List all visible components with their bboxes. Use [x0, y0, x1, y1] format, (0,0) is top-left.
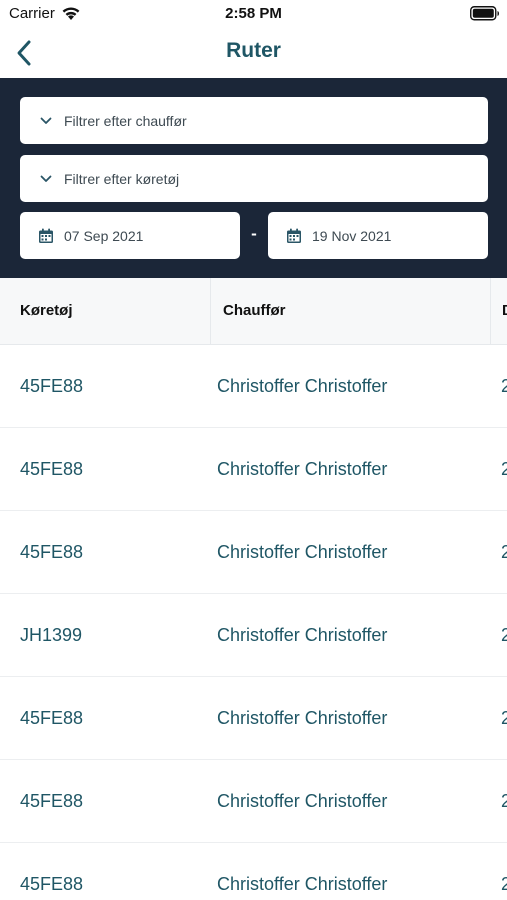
driver-cell: Christoffer Christoffer: [217, 459, 388, 479]
end-date-picker[interactable]: 19 Nov 2021: [268, 212, 488, 259]
column-header-driver[interactable]: Chauffør: [223, 278, 286, 344]
driver-cell: Christoffer Christoffer: [217, 874, 388, 894]
table-row[interactable]: JH1399 Christoffer Christoffer 2: [0, 594, 507, 677]
calendar-icon: [39, 228, 53, 243]
driver-cell: Christoffer Christoffer: [217, 791, 388, 811]
table-row[interactable]: 45FE88 Christoffer Christoffer 2: [0, 428, 507, 511]
table-row[interactable]: 45FE88 Christoffer Christoffer 2: [0, 843, 507, 900]
date-range-separator: -: [251, 224, 257, 243]
vehicle-cell: 45FE88: [20, 542, 84, 562]
table-header: Køretøj Chauffør D: [0, 278, 507, 345]
column-divider: [490, 278, 491, 344]
date-cell: 2: [501, 874, 507, 894]
column-divider: [210, 278, 211, 344]
filter-panel: Filtrer efter chauffør Filtrer efter kør…: [0, 78, 507, 278]
battery-icon: [470, 6, 500, 26]
vehicle-cell: 45FE88: [20, 874, 84, 894]
driver-filter-dropdown[interactable]: Filtrer efter chauffør: [20, 97, 488, 144]
calendar-icon: [287, 228, 301, 243]
driver-cell: Christoffer Christoffer: [217, 708, 388, 728]
driver-cell: Christoffer Christoffer: [217, 542, 388, 562]
date-cell: 2: [501, 708, 507, 728]
date-cell: 2: [501, 791, 507, 811]
chevron-down-icon: [40, 175, 52, 182]
date-cell: 2: [501, 542, 507, 562]
column-header-vehicle[interactable]: Køretøj: [20, 278, 73, 344]
table-row[interactable]: 45FE88 Christoffer Christoffer 2: [0, 677, 507, 760]
table-row[interactable]: 45FE88 Christoffer Christoffer 2: [0, 511, 507, 594]
vehicle-cell: 45FE88: [20, 791, 84, 811]
driver-cell: Christoffer Christoffer: [217, 625, 388, 645]
vehicle-cell: 45FE88: [20, 708, 84, 728]
navigation-bar: Ruter: [0, 28, 507, 78]
driver-cell: Christoffer Christoffer: [217, 376, 388, 396]
vehicle-filter-placeholder: Filtrer efter køretøj: [64, 170, 180, 187]
date-cell: 2: [501, 459, 507, 479]
vehicle-filter-dropdown[interactable]: Filtrer efter køretøj: [20, 155, 488, 202]
start-date-picker[interactable]: 07 Sep 2021: [20, 212, 240, 259]
clock: 2:58 PM: [225, 5, 282, 22]
start-date-value: 07 Sep 2021: [64, 227, 144, 244]
routes-table: Køretøj Chauffør D 45FE88 Christoffer Ch…: [0, 278, 507, 900]
vehicle-cell: 45FE88: [20, 376, 84, 396]
vehicle-cell: 45FE88: [20, 459, 84, 479]
column-header-date[interactable]: D: [502, 278, 507, 344]
page-title: Ruter: [226, 39, 281, 62]
chevron-down-icon: [40, 117, 52, 124]
end-date-value: 19 Nov 2021: [312, 227, 392, 244]
date-cell: 2: [501, 625, 507, 645]
date-cell: 2: [501, 376, 507, 396]
table-row[interactable]: 45FE88 Christoffer Christoffer 2: [0, 760, 507, 843]
table-row[interactable]: 45FE88 Christoffer Christoffer 2: [0, 345, 507, 428]
driver-filter-placeholder: Filtrer efter chauffør: [64, 112, 187, 129]
vehicle-cell: JH1399: [20, 625, 83, 645]
status-bar: Carrier 2:58 PM: [0, 0, 507, 28]
